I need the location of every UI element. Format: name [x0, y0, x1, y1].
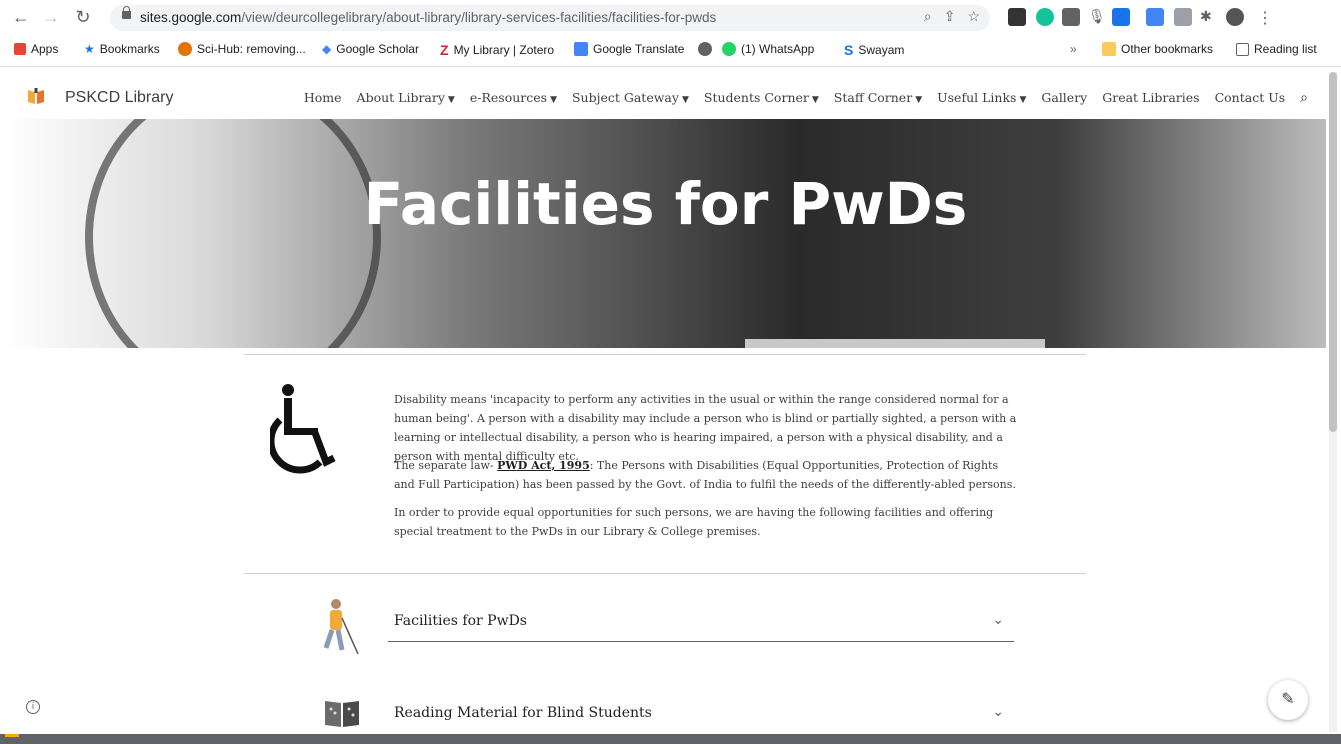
extension-icon-2[interactable]: [1174, 8, 1192, 26]
share-icon[interactable]: ⇪: [944, 8, 956, 25]
taskbar-highlight: [5, 734, 19, 737]
chevron-down-icon: ⌄: [992, 612, 1004, 628]
grammarly-icon[interactable]: [1036, 8, 1054, 26]
accordion-reading-material[interactable]: Reading Material for Blind Students ⌄: [388, 698, 1014, 728]
bookmark-zotero[interactable]: Z My Library | Zotero: [440, 42, 554, 58]
bookmark-scholar[interactable]: ◆ Google Scholar: [322, 42, 419, 56]
qr-extension-icon[interactable]: [1008, 8, 1026, 26]
reading-list-icon: [1236, 42, 1249, 56]
more-icon[interactable]: ⋮: [1256, 8, 1274, 27]
swayam-icon: S: [844, 42, 854, 58]
scihub-icon: [178, 42, 192, 56]
nav-staff-corner[interactable]: Staff Corner ▼: [834, 90, 922, 106]
wheelchair-icon: [270, 384, 336, 474]
pwd-act-link[interactable]: PWD Act, 1995: [497, 459, 590, 472]
chevron-down-icon: ▼: [681, 95, 689, 105]
avatar[interactable]: [1226, 8, 1244, 26]
reload-icon[interactable]: ↻: [72, 6, 94, 28]
blind-person-icon: [323, 599, 359, 655]
library-logo-icon[interactable]: [27, 87, 45, 105]
chevron-down-icon: ▼: [915, 95, 923, 105]
nav-great-libraries[interactable]: Great Libraries: [1102, 90, 1199, 106]
puzzle-icon[interactable]: ✱: [1200, 8, 1218, 26]
chevron-down-icon: ▼: [550, 95, 557, 105]
paragraph-disability: Disability means 'incapacity to perform …: [394, 393, 1017, 463]
nav-students-corner[interactable]: Students Corner ▼: [704, 90, 819, 106]
edit-pencil-icon[interactable]: ✎: [1268, 680, 1308, 720]
chevron-down-icon: ▼: [447, 95, 455, 105]
bookmark-bookmarks[interactable]: ★ Bookmarks: [84, 42, 160, 56]
url-domain: sites.google.com: [140, 10, 242, 25]
scholar-icon: ◆: [322, 42, 332, 56]
folder-icon: [1102, 42, 1116, 56]
nav-contact-us[interactable]: Contact Us: [1215, 90, 1286, 106]
chevron-down-icon: ⌄: [992, 704, 1004, 720]
search-icon[interactable]: ⌕: [1300, 90, 1308, 106]
extension-icon[interactable]: [1062, 8, 1080, 26]
bookmarks-overflow[interactable]: »: [1070, 42, 1077, 56]
bottom-strip: [0, 734, 1341, 744]
nav-e-resources[interactable]: e-Resources ▼: [470, 90, 557, 106]
accordion-divider: [388, 641, 1014, 642]
chevron-down-icon: ▼: [811, 95, 819, 105]
url-path: /view/deurcollegelibrary/about-library/l…: [241, 10, 717, 25]
copy-extension-icon[interactable]: [1112, 8, 1130, 26]
paragraph-pwd-act: The separate law- PWD Act, 1995: The Per…: [394, 459, 1016, 491]
hero-banner: Facilities for PwDs: [5, 119, 1326, 348]
bookmark-scihub[interactable]: Sci-Hub: removing...: [178, 42, 306, 56]
reading-list[interactable]: Reading list: [1236, 42, 1317, 56]
globe-icon: [698, 42, 712, 56]
divider: [244, 354, 1086, 355]
other-bookmarks[interactable]: Other bookmarks: [1102, 42, 1213, 56]
bookmarks-bar: Apps ★ Bookmarks Sci-Hub: removing... ◆ Go…: [0, 34, 1341, 67]
zoom-icon[interactable]: ⌕: [924, 8, 932, 25]
bookmark-swayam[interactable]: S Swayam: [844, 42, 904, 58]
bookmark-globe[interactable]: [698, 42, 712, 56]
scrollbar-thumb[interactable]: [1329, 72, 1337, 432]
nav-about-library[interactable]: About Library ▼: [357, 90, 455, 106]
accordion-label: Reading Material for Blind Students: [394, 705, 652, 721]
chevron-down-icon: ▼: [1019, 95, 1027, 105]
accordion-facilities-for-pwds[interactable]: Facilities for PwDs ⌄: [388, 606, 1014, 636]
back-icon[interactable]: ←: [10, 6, 32, 28]
site-nav: Home About Library ▼ e-Resources ▼ Subject…: [304, 90, 1308, 106]
whatsapp-icon: [722, 42, 736, 56]
braille-book-icon: [325, 701, 359, 727]
apps-icon: [14, 43, 26, 55]
paragraph-facilities: In order to provide equal opportunities …: [394, 506, 994, 538]
browser-toolbar: ← → ↻ sites.google.com/view/deurcollegel…: [0, 0, 1341, 34]
site-name[interactable]: PSKCD Library: [65, 89, 173, 107]
forward-icon[interactable]: →: [40, 6, 62, 28]
mic-icon[interactable]: 🎙: [1088, 8, 1106, 26]
bookmarks-star-icon: ★: [84, 42, 95, 56]
info-icon[interactable]: i: [26, 700, 40, 714]
lock-icon: [122, 6, 131, 19]
accordion-label: Facilities for PwDs: [394, 613, 527, 629]
zotero-icon: Z: [440, 42, 449, 58]
star-icon[interactable]: ☆: [967, 8, 980, 25]
bookmark-translate[interactable]: Google Translate: [574, 42, 684, 56]
bookmark-apps[interactable]: Apps: [14, 42, 58, 56]
scrollbar[interactable]: [1329, 72, 1337, 732]
nav-home[interactable]: Home: [304, 90, 342, 106]
address-bar[interactable]: sites.google.com/view/deurcollegelibrary…: [110, 5, 990, 31]
site-header: PSKCD Library Home About Library ▼ e-Reso…: [5, 77, 1326, 119]
nav-gallery[interactable]: Gallery: [1041, 90, 1087, 106]
bookmark-whatsapp[interactable]: (1) WhatsApp: [722, 42, 814, 56]
page-title: Facilities for PwDs: [363, 170, 968, 238]
nav-subject-gateway[interactable]: Subject Gateway ▼: [572, 90, 689, 106]
docs-icon[interactable]: [1146, 8, 1164, 26]
nav-useful-links[interactable]: Useful Links ▼: [937, 90, 1026, 106]
divider: [244, 573, 1086, 574]
translate-icon: [574, 42, 588, 56]
